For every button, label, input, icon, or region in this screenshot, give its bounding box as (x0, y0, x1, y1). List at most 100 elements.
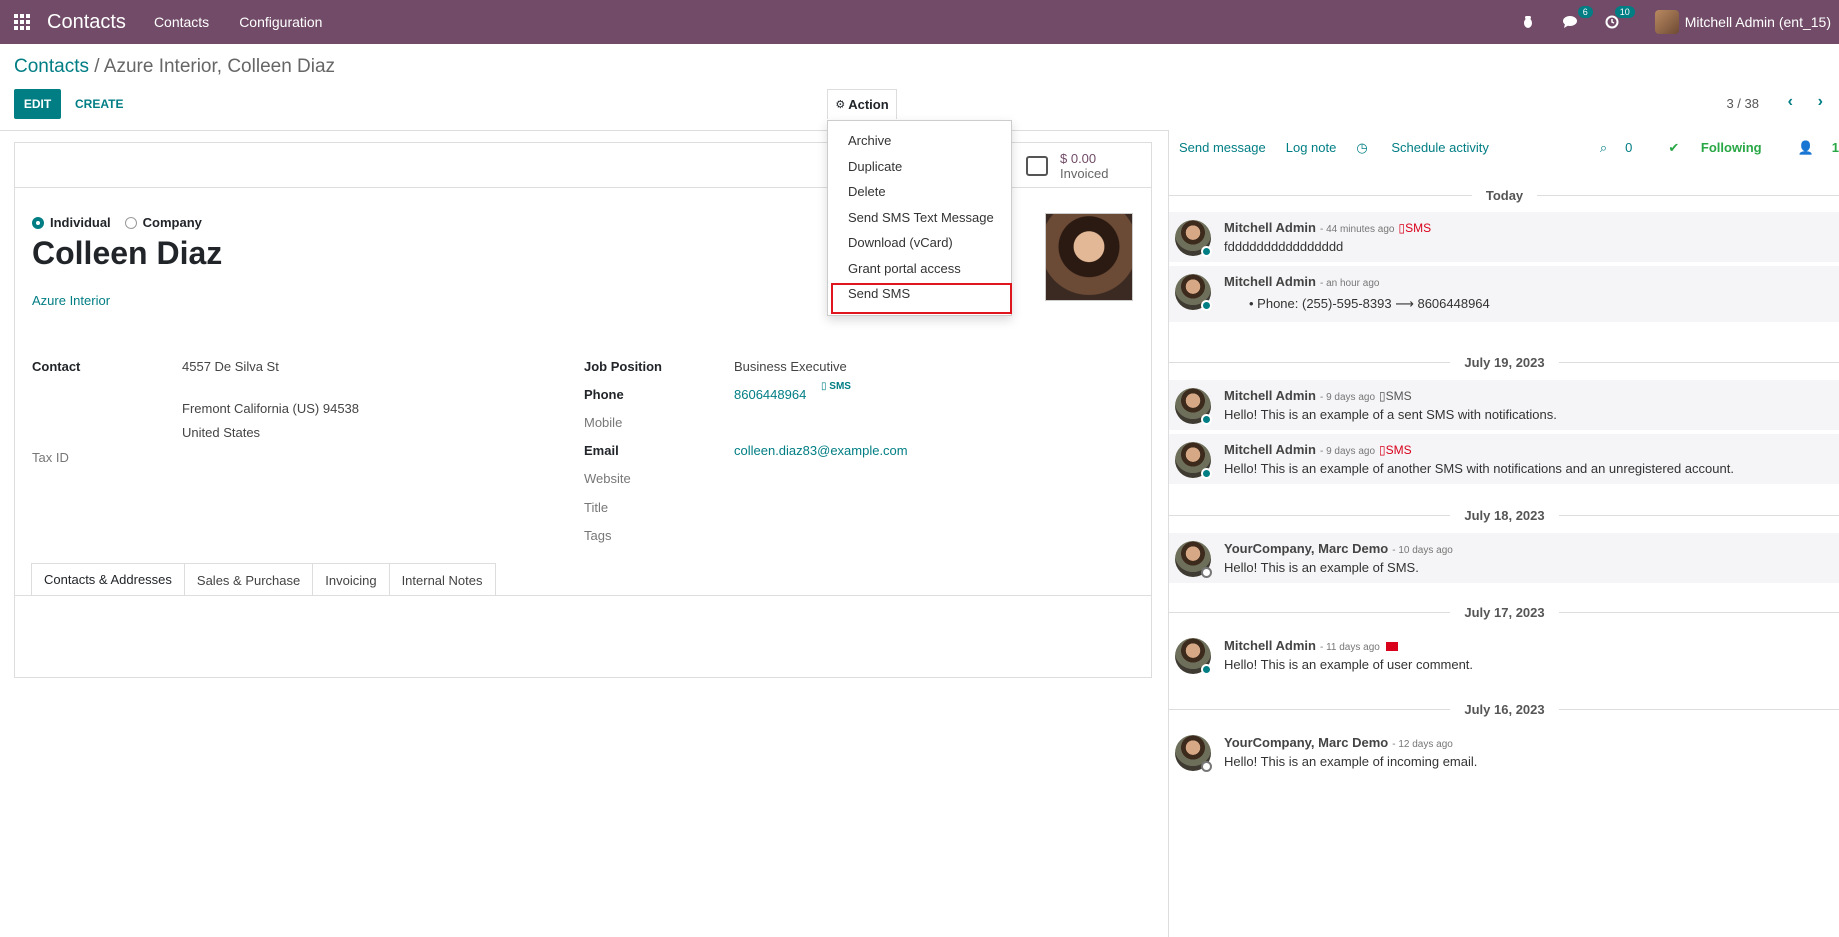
message-date: - 44 minutes ago (1319, 224, 1395, 235)
envelope-icon (1385, 642, 1398, 652)
message-item: Mitchell Admin - 9 days ago ▯SMS Hello! Th… (1169, 380, 1839, 430)
sms-phone-button[interactable]: ▯ SMS (821, 381, 851, 392)
message-body: Hello! This is an example of a sent SMS … (1224, 407, 1557, 422)
check-icon: ✔ (1668, 140, 1683, 155)
message-item: YourCompany, Marc Demo - 10 days ago Hell… (1169, 533, 1839, 583)
message-author[interactable]: Mitchell Admin (1224, 220, 1316, 235)
message-date: - 10 days ago (1392, 545, 1453, 556)
date-separator: July 18, 2023 (1169, 505, 1839, 525)
offline-status-icon (1201, 761, 1212, 772)
radio-individual-label[interactable]: Individual (50, 215, 111, 230)
attachment-button[interactable]: ⌕ 0 (1582, 140, 1633, 156)
schedule-activity-button[interactable]: ◷ Schedule activity (1356, 140, 1509, 156)
date-separator: July 16, 2023 (1169, 699, 1839, 719)
message-date: - 9 days ago (1319, 446, 1376, 457)
message-author[interactable]: Mitchell Admin (1224, 274, 1316, 289)
offline-status-icon (1201, 567, 1212, 578)
sms-phone-label: SMS (829, 381, 851, 392)
mobile-label: Mobile (584, 415, 623, 430)
action-label: Action (848, 97, 889, 112)
edit-button[interactable]: EDIT (14, 89, 61, 119)
attachment-count: 0 (1625, 140, 1633, 155)
action-duplicate[interactable]: Duplicate (848, 159, 902, 174)
website-label: Website (584, 471, 631, 486)
pager-value[interactable]: 3 / 38 (1726, 96, 1759, 111)
gear-icon: ⚙ (835, 99, 846, 111)
message-date: - 12 days ago (1392, 739, 1453, 750)
message-author[interactable]: Mitchell Admin (1224, 638, 1316, 653)
action-archive[interactable]: Archive (848, 133, 891, 148)
invoiced-label: Invoiced (1060, 165, 1109, 181)
send-message-button[interactable]: Send message (1179, 140, 1266, 156)
sms-type-badge[interactable]: ▯SMS (1398, 221, 1431, 235)
email-label: Email (584, 443, 619, 458)
menu-contacts[interactable]: Contacts (154, 14, 209, 30)
tab-internal-notes[interactable]: Internal Notes (388, 563, 496, 596)
tab-contacts-addresses[interactable]: Contacts & Addresses (31, 563, 185, 596)
radio-individual[interactable] (32, 216, 44, 229)
create-button[interactable]: CREATE (75, 89, 123, 119)
chatter-topbar: Send message Log note ◷ Schedule activit… (1179, 140, 1529, 156)
tab-sales-purchase[interactable]: Sales & Purchase (183, 563, 314, 596)
clock-icon: ◷ (1356, 140, 1372, 155)
action-button[interactable]: ⚙ Action (827, 89, 897, 119)
invoiced-stat-button[interactable]: $ 0.00 Invoiced (1011, 143, 1151, 188)
message-author[interactable]: YourCompany, Marc Demo (1224, 735, 1388, 750)
radio-company[interactable] (124, 216, 137, 229)
date-separator: July 17, 2023 (1169, 602, 1839, 622)
chatter-followers-bar: ⌕ 0 ✔ Following 👤 1 (1564, 140, 1839, 156)
sms-type-badge[interactable]: ▯SMS (1379, 443, 1412, 457)
action-grant-portal-access[interactable]: Grant portal access (848, 261, 961, 276)
tabs-divider (15, 595, 1151, 596)
message-body: fdddddddddddddddd (1224, 239, 1344, 254)
message-author[interactable]: YourCompany, Marc Demo (1224, 541, 1388, 556)
following-button[interactable]: ✔ Following (1650, 140, 1761, 156)
company-link[interactable]: Azure Interior (32, 293, 110, 308)
user-menu[interactable]: Mitchell Admin (ent_15) (1685, 14, 1831, 30)
email-value[interactable]: colleen.diaz83@example.com (734, 443, 908, 458)
address-street: 4557 De Silva St (182, 359, 279, 374)
chat-icon[interactable]: 6 (1559, 6, 1593, 33)
action-download-vcard[interactable]: Download (vCard) (848, 235, 953, 250)
radio-company-label[interactable]: Company (143, 215, 202, 230)
online-status-icon (1201, 300, 1212, 311)
message-item: Mitchell Admin - an hour ago • Phone: (25… (1169, 266, 1839, 322)
action-delete[interactable]: Delete (848, 184, 886, 199)
log-note-button[interactable]: Log note (1286, 140, 1337, 156)
chevron-left-icon[interactable]: ‹ (1788, 93, 1793, 111)
action-send-sms-text-message[interactable]: Send SMS Text Message (848, 210, 994, 225)
apps-menu-icon[interactable] (0, 0, 44, 44)
breadcrumb-current: Azure Interior, Colleen Diaz (103, 56, 336, 77)
breadcrumb: Contacts / Azure Interior, Colleen Diaz (14, 56, 335, 78)
phone-value[interactable]: 8606448964 (734, 387, 806, 402)
activity-clock-icon[interactable]: 10 (1601, 6, 1635, 33)
job-position-value: Business Executive (734, 359, 847, 374)
notebook-tabs: Contacts & Addresses Sales & Purchase In… (31, 563, 496, 596)
followers-button[interactable]: 👤 1 (1780, 140, 1839, 156)
debug-bug-icon[interactable] (1517, 11, 1539, 33)
user-avatar[interactable] (1654, 10, 1679, 34)
tags-label: Tags (584, 528, 612, 543)
date-separator: Today (1169, 185, 1839, 205)
message-item: Mitchell Admin - 44 minutes ago ▯SMS fdddd… (1169, 212, 1839, 262)
sms-type-badge[interactable]: ▯SMS (1379, 389, 1412, 403)
breadcrumb-contacts[interactable]: Contacts (14, 56, 89, 77)
message-author[interactable]: Mitchell Admin (1224, 388, 1316, 403)
edit-square-icon (1026, 155, 1048, 176)
title-label: Title (584, 500, 609, 515)
breadcrumb-separator: / (88, 56, 104, 77)
app-brand[interactable]: Contacts (47, 11, 126, 34)
message-date: - an hour ago (1319, 278, 1380, 289)
contact-photo[interactable] (1045, 213, 1133, 301)
activity-count-badge: 10 (1614, 6, 1635, 18)
chatter-panel: Send message Log note ◷ Schedule activit… (1168, 130, 1839, 937)
tab-invoicing[interactable]: Invoicing (312, 563, 390, 596)
menu-configuration[interactable]: Configuration (239, 14, 322, 30)
chevron-right-icon[interactable]: › (1818, 93, 1823, 111)
paperclip-icon: ⌕ (1599, 140, 1608, 155)
message-author[interactable]: Mitchell Admin (1224, 442, 1316, 457)
phone-label: Phone (584, 387, 624, 402)
online-status-icon (1201, 664, 1212, 675)
following-label: Following (1700, 140, 1762, 155)
address-country: United States (182, 425, 261, 440)
